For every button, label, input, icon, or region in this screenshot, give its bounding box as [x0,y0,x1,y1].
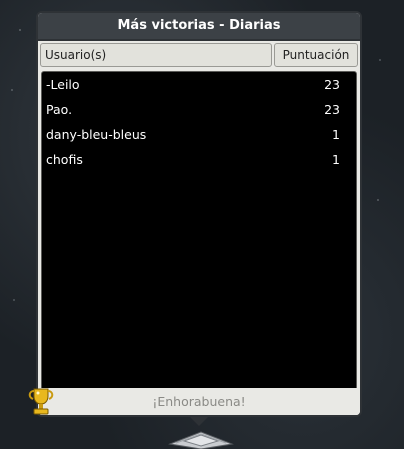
speech-pointer [190,417,208,426]
window-body: Usuario(s) Puntuación -Leilo 23 Pao. 23 … [38,41,360,415]
list-item[interactable]: dany-bleu-bleus 1 [46,126,340,144]
list-item[interactable]: Pao. 23 [46,101,340,119]
list-item-user: -Leilo [46,77,80,92]
list-item-user: chofis [46,152,83,167]
list-item-score: 1 [332,152,340,167]
leaderboard-window: Más victorias - Diarias Usuario(s) Puntu… [36,11,362,417]
footer-message: ¡Enhorabuena! [38,388,360,415]
furniture-base-icon [168,431,234,449]
list-item[interactable]: chofis 1 [46,151,340,169]
list-item-score: 23 [324,102,340,117]
column-headers: Usuario(s) Puntuación [40,43,358,67]
list-item-user: Pao. [46,102,73,117]
trophy-icon [28,388,54,415]
list-item-score: 23 [324,77,340,92]
column-header-user[interactable]: Usuario(s) [40,43,272,67]
list-item[interactable]: -Leilo 23 [46,76,340,94]
window-title[interactable]: Más victorias - Diarias [38,13,360,41]
list-item-score: 1 [332,127,340,142]
list-item-user: dany-bleu-bleus [46,127,147,142]
column-header-score[interactable]: Puntuación [274,43,358,67]
score-list[interactable]: -Leilo 23 Pao. 23 dany-bleu-bleus 1 chof… [41,71,357,391]
